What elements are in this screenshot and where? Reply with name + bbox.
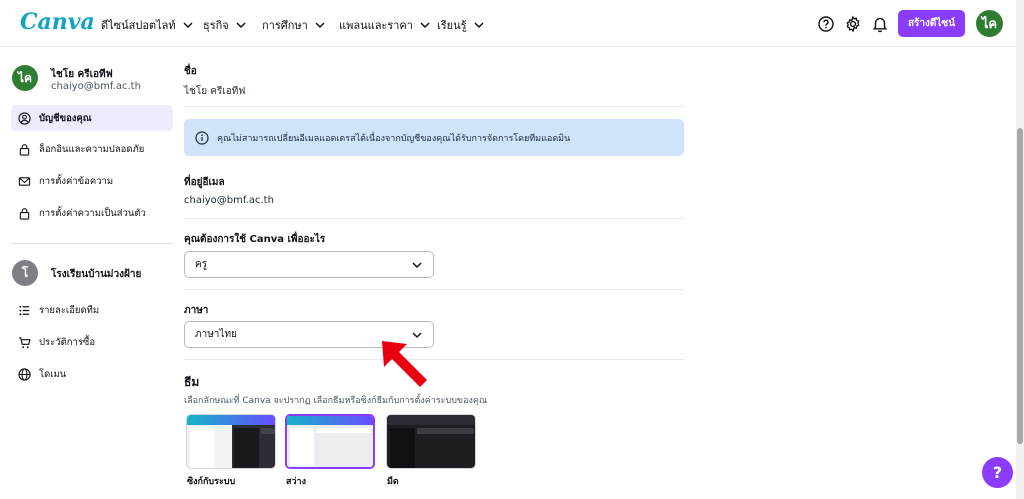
create-design-button[interactable]: สร้างดีไซน์ [898, 10, 965, 37]
bell-icon[interactable] [871, 15, 889, 33]
nav-label: เรียนรู้ [437, 19, 467, 32]
avatar[interactable]: ไค [976, 10, 1003, 37]
purpose-selected-value: ครู [195, 259, 208, 270]
email-value: chaiyo@bmf.ac.th [184, 195, 274, 206]
sidebar-item-label: ประวัติการซื้อ [39, 336, 96, 348]
sidebar-divider [11, 243, 173, 244]
chevron-down-icon [412, 261, 422, 268]
sidebar-item-message-settings[interactable]: การตั้งค่าข้อความ [11, 168, 173, 194]
settings-sidebar: ไค ไชโย ครีเอทีฟ chaiyo@bmf.ac.th บัญชีข… [0, 48, 184, 499]
info-message: คุณไม่สามารถเปลี่ยนอีเมลแอดเดรสได้เนื่อง… [217, 133, 571, 144]
nav-business[interactable]: ธุรกิจ [203, 16, 247, 34]
theme-option-dark[interactable] [386, 414, 476, 469]
annotation-arrow-icon [382, 341, 427, 387]
gear-icon[interactable] [844, 15, 862, 33]
sidebar-item-label: การตั้งค่าข้อความ [39, 175, 114, 187]
sidebar-item-domain[interactable]: โดเมน [11, 361, 173, 387]
email-label: ที่อยู่อีเมล [184, 177, 225, 188]
theme-label-light: สว่าง [286, 477, 306, 487]
chevron-down-icon [236, 22, 246, 29]
theme-option-sync-system[interactable] [186, 414, 276, 469]
divider [184, 289, 684, 290]
canva-logo[interactable]: Canva [20, 9, 95, 35]
globe-icon [18, 367, 31, 381]
purpose-dropdown[interactable]: ครู [184, 251, 434, 278]
purpose-label: คุณต้องการใช้ Canva เพื่ออะไร [184, 234, 326, 245]
sidebar-item-label: การตั้งค่าความเป็นส่วนตัว [39, 207, 146, 219]
sidebar-item-login-security[interactable]: ล็อกอินและความปลอดภัย [11, 136, 173, 162]
theme-label-dark: มืด [387, 477, 399, 487]
theme-preview-dark [387, 415, 475, 468]
account-settings-panel: ชื่อ ไชโย ครีเอทีฟ คุณไม่สามารถเปลี่ยนอี… [184, 48, 684, 499]
cart-icon [18, 336, 31, 348]
chevron-down-icon [183, 22, 193, 29]
nav-label: การศึกษา [262, 19, 308, 32]
help-button[interactable]: ? [982, 457, 1013, 488]
theme-description: เลือกลักษณะที่ Canva จะปรากฏ เลือกธีมหรื… [184, 396, 488, 406]
theme-option-light[interactable] [285, 414, 375, 469]
divider [184, 359, 684, 360]
theme-preview-sync [187, 415, 275, 468]
sidebar-item-label: รายละเอียดทีม [39, 304, 100, 316]
theme-label-sync-system: ซิงก์กับระบบ [187, 477, 236, 487]
nav-label: ธุรกิจ [203, 19, 229, 32]
sidebar-item-your-account[interactable]: บัญชีของคุณ [11, 105, 173, 131]
nav-learn[interactable]: เรียนรู้ [437, 16, 485, 34]
chevron-down-icon [474, 22, 484, 29]
user-avatar: ไค [12, 65, 38, 91]
lock-icon [19, 207, 30, 220]
nav-plans-pricing[interactable]: แพลนและราคา [339, 16, 431, 34]
sidebar-item-privacy-settings[interactable]: การตั้งค่าความเป็นส่วนตัว [11, 200, 173, 226]
user-name: ไชโย ครีเอทีฟ [51, 69, 113, 80]
mail-icon [18, 176, 31, 186]
info-icon [195, 130, 209, 145]
name-label: ชื่อ [184, 66, 197, 77]
sidebar-item-label: บัญชีของคุณ [39, 112, 92, 124]
sidebar-item-team-details[interactable]: รายละเอียดทีม [11, 297, 173, 323]
user-email: chaiyo@bmf.ac.th [51, 81, 141, 92]
top-navigation-bar: Canva ดีไซน์สปอตไลท์ ธุรกิจ การศึกษา แพล… [0, 0, 1016, 47]
nav-design-spotlight[interactable]: ดีไซน์สปอตไลท์ [101, 16, 194, 34]
theme-title: ธีม [184, 375, 200, 389]
language-selected-value: ภาษาไทย [195, 329, 237, 340]
info-banner: คุณไม่สามารถเปลี่ยนอีเมลแอดเดรสได้เนื่อง… [184, 119, 684, 156]
team-avatar: โ [12, 260, 38, 286]
user-circle-icon [18, 111, 31, 125]
nav-label: แพลนและราคา [339, 19, 413, 32]
language-label: ภาษา [184, 305, 209, 316]
scrollbar-thumb[interactable] [1017, 128, 1023, 444]
help-circle-icon[interactable] [817, 15, 835, 33]
sidebar-item-label: ล็อกอินและความปลอดภัย [39, 143, 145, 155]
nav-label: ดีไซน์สปอตไลท์ [101, 19, 176, 32]
name-value[interactable]: ไชโย ครีเอทีฟ [184, 84, 245, 99]
lock-icon [19, 143, 30, 156]
divider [184, 218, 684, 219]
list-icon [19, 305, 30, 315]
nav-education[interactable]: การศึกษา [262, 16, 326, 34]
sidebar-item-purchase-history[interactable]: ประวัติการซื้อ [11, 329, 173, 355]
sidebar-item-label: โดเมน [39, 368, 67, 380]
theme-preview-light [287, 416, 373, 467]
chevron-down-icon [420, 22, 430, 29]
chevron-down-icon [315, 22, 325, 29]
divider [184, 106, 684, 107]
team-name: โรงเรียนบ้านม่วงฝ้าย [51, 269, 142, 280]
